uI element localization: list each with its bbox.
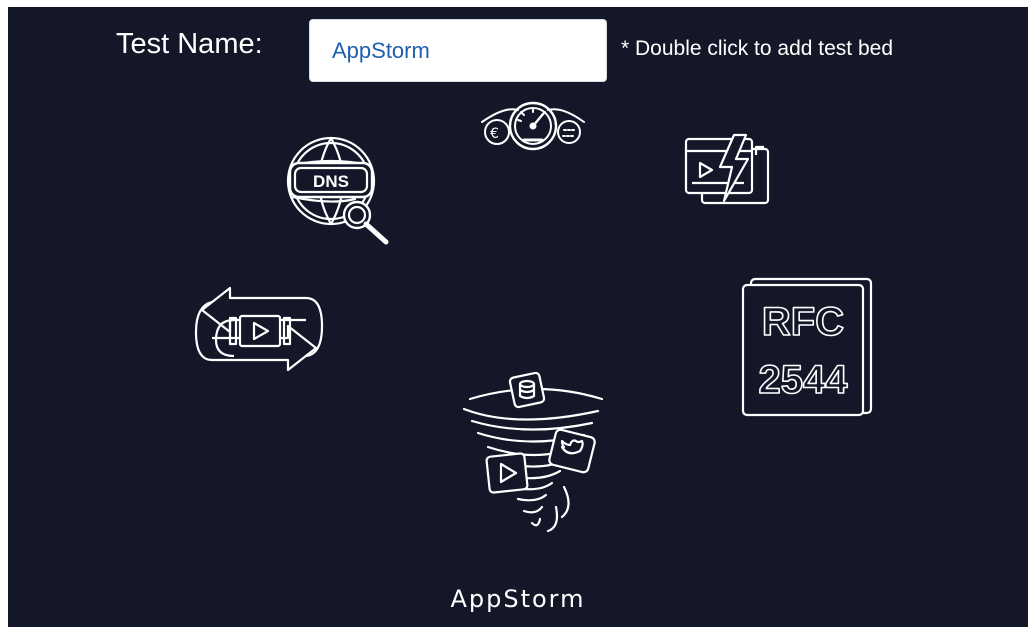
video-loop-icon[interactable] bbox=[194, 270, 324, 386]
test-name-label: Test Name: bbox=[116, 28, 263, 60]
rfc-label: RFC bbox=[762, 300, 844, 344]
dns-lookup-icon[interactable]: DNS bbox=[285, 135, 393, 243]
double-click-hint: * Double click to add test bed bbox=[621, 37, 893, 60]
test-name-input[interactable] bbox=[309, 19, 607, 82]
rfc-2544-icon[interactable]: RFC 2544 bbox=[741, 275, 873, 417]
rfc-number: 2544 bbox=[759, 358, 849, 402]
svg-text:€: € bbox=[490, 126, 499, 142]
test-canvas[interactable]: Test Name: * Double click to add test be… bbox=[8, 7, 1028, 627]
app-storm-icon[interactable] bbox=[456, 367, 616, 537]
dns-icon-text: DNS bbox=[313, 172, 349, 191]
video-flash-icon[interactable] bbox=[684, 133, 772, 209]
speedometer-icon[interactable]: € bbox=[480, 100, 586, 152]
app-title: AppStorm bbox=[450, 585, 586, 613]
